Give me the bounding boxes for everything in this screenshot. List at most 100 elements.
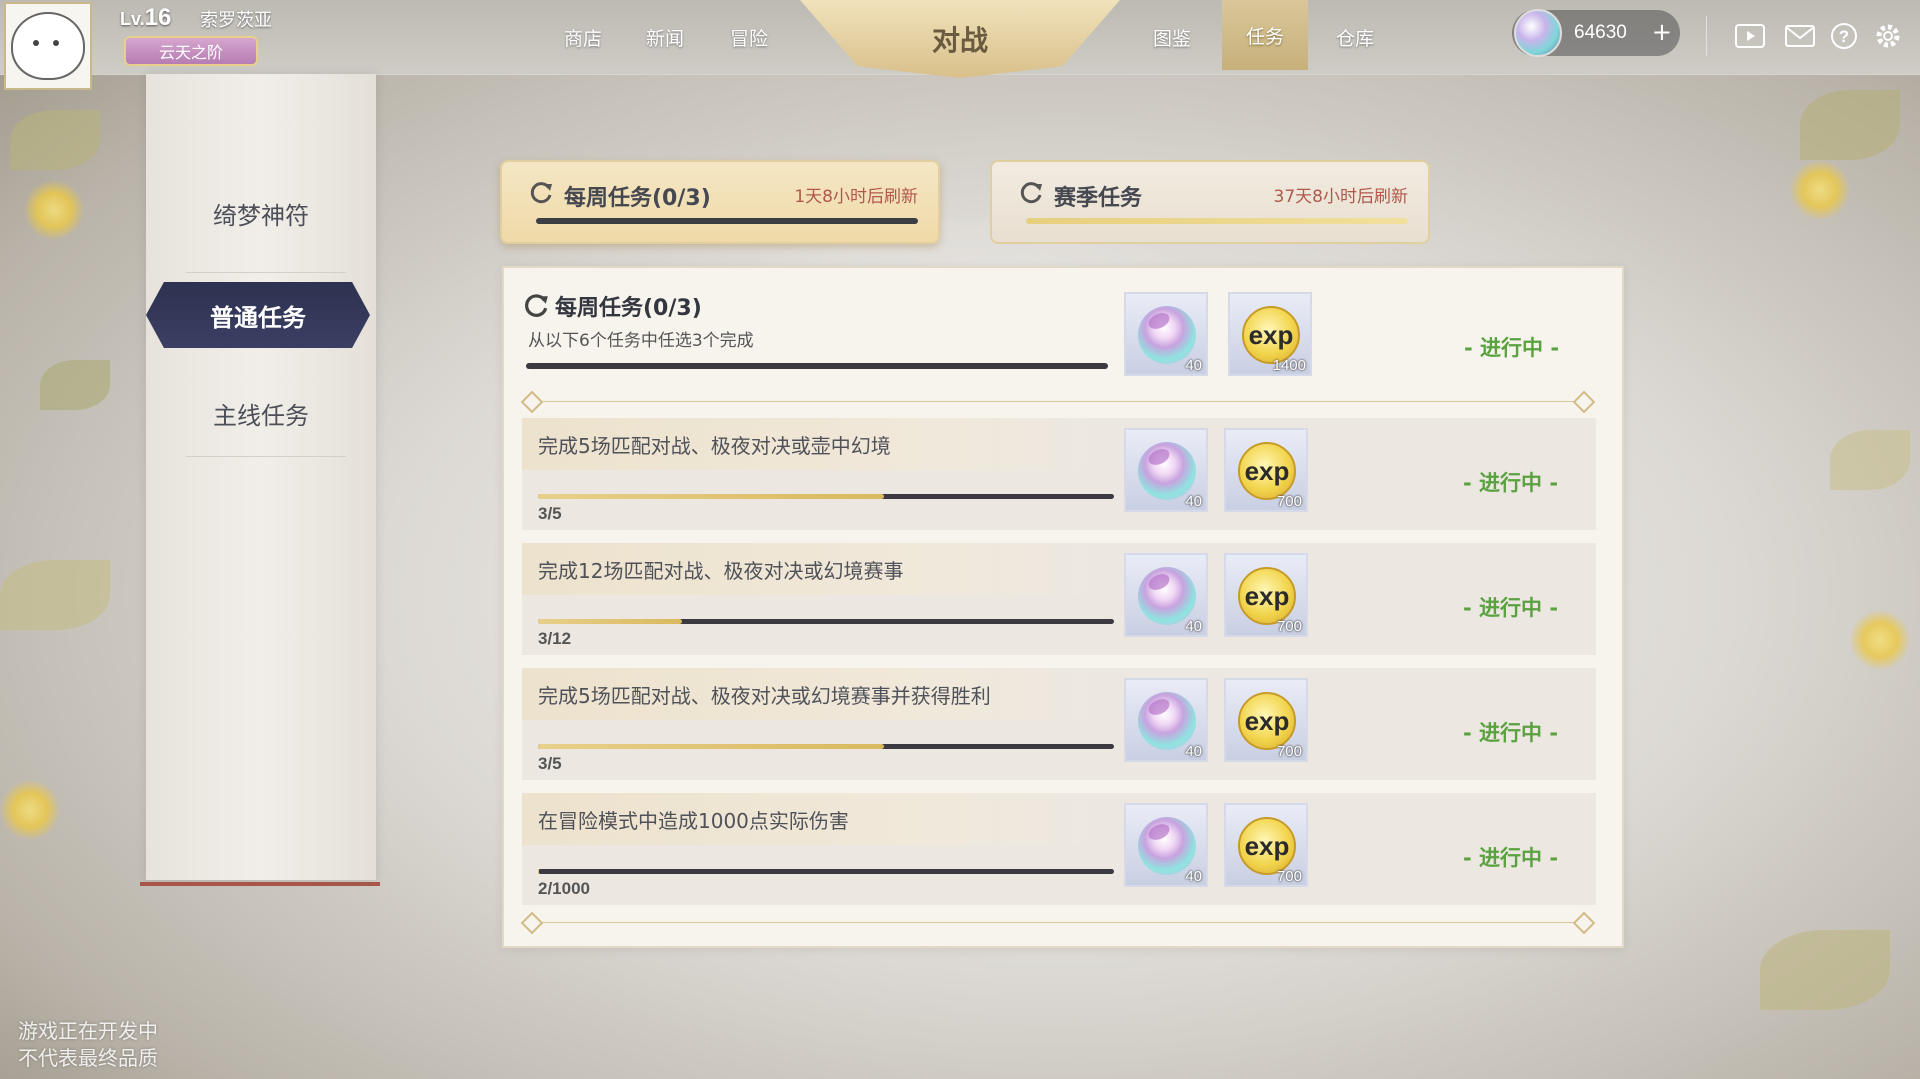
mail-icon[interactable] bbox=[1784, 20, 1816, 52]
sidebar-item-dream-charm[interactable]: 绮梦神符 bbox=[146, 196, 376, 231]
status-label: - 进行中 - bbox=[1463, 846, 1559, 870]
divider-line bbox=[530, 401, 1586, 402]
watermark-line: 游戏正在开发中 bbox=[18, 1019, 158, 1043]
task-name: 完成5场匹配对战、极夜对决或壶中幻境 bbox=[538, 434, 891, 458]
dream-orb-icon bbox=[1138, 306, 1196, 364]
task-progress-track bbox=[538, 869, 1114, 874]
tab-label: 赛季任务 bbox=[1054, 186, 1143, 211]
refresh-icon bbox=[1020, 182, 1042, 204]
tab-label: 每周任务(0/3) bbox=[564, 186, 711, 211]
reward-item[interactable]: exp 700 bbox=[1224, 553, 1308, 637]
background-leaf bbox=[0, 560, 110, 630]
reward-item[interactable]: exp 700 bbox=[1224, 678, 1308, 762]
task-name: 在冒险模式中造成1000点实际伤害 bbox=[538, 809, 849, 833]
task-progress-track bbox=[538, 744, 1114, 749]
task-row[interactable]: 完成5场匹配对战、极夜对决或幻境赛事并获得胜利 3/5 bbox=[522, 668, 1596, 780]
rank-badge[interactable]: 云天之阶 bbox=[124, 36, 258, 66]
sidebar-divider bbox=[186, 272, 346, 273]
nav-codex[interactable]: 图鉴 bbox=[1153, 0, 1191, 74]
nav-tasks[interactable]: 任务 bbox=[1222, 0, 1308, 70]
nav-label: 新闻 bbox=[646, 27, 685, 50]
tab-underline bbox=[1026, 218, 1408, 224]
status-label: - 进行中 - bbox=[1463, 471, 1559, 495]
status-label: - 进行中 - bbox=[1464, 336, 1560, 360]
background-leaf bbox=[1760, 930, 1890, 1010]
reward-item[interactable]: exp 700 bbox=[1224, 428, 1308, 512]
task-name: 完成12场匹配对战、极夜对决或幻境赛事 bbox=[538, 559, 904, 583]
task-progress-fill bbox=[538, 494, 884, 499]
weekly-progress-bar bbox=[526, 363, 1108, 369]
video-icon[interactable] bbox=[1734, 20, 1766, 52]
dream-orb-icon bbox=[1138, 692, 1196, 750]
task-progress-text: 3/5 bbox=[538, 754, 562, 773]
tab-season-tasks[interactable]: 赛季任务 37天8小时后刷新 bbox=[990, 160, 1430, 244]
exp-icon: exp bbox=[1238, 817, 1296, 875]
reward-count: 40 bbox=[1185, 618, 1202, 635]
avatar[interactable] bbox=[4, 2, 92, 90]
task-row[interactable]: 在冒险模式中造成1000点实际伤害 2/1000 bbox=[522, 793, 1596, 905]
gear-icon[interactable] bbox=[1872, 20, 1904, 52]
player-level: Lv.16 bbox=[120, 4, 171, 32]
tab-refresh-timer: 37天8小时后刷新 bbox=[1273, 187, 1408, 207]
reward-count: 40 bbox=[1185, 493, 1202, 510]
task-name: 完成5场匹配对战、极夜对决或幻境赛事并获得胜利 bbox=[538, 684, 991, 708]
sidebar-item-main-tasks[interactable]: 主线任务 bbox=[146, 396, 376, 431]
sidebar-bottom-accent bbox=[140, 882, 380, 886]
dream-orb-icon bbox=[1514, 9, 1562, 57]
background-flower bbox=[24, 180, 84, 240]
reward-count: 700 bbox=[1276, 493, 1302, 510]
refresh-icon bbox=[530, 182, 552, 204]
add-currency-button[interactable]: + bbox=[1652, 18, 1672, 46]
sidebar-divider bbox=[186, 456, 346, 457]
reward-item[interactable]: 40 bbox=[1124, 428, 1208, 512]
reward-count: 40 bbox=[1185, 868, 1202, 885]
task-progress-fill bbox=[538, 869, 540, 874]
nav-label: 冒险 bbox=[730, 27, 769, 50]
reward-item[interactable]: 40 bbox=[1124, 553, 1208, 637]
reward-item[interactable]: exp 700 bbox=[1224, 803, 1308, 887]
task-progress-text: 3/5 bbox=[538, 504, 562, 523]
background-flower bbox=[1850, 610, 1910, 670]
sidebar-item-normal-tasks[interactable]: 普通任务 bbox=[146, 282, 370, 348]
tab-refresh-timer: 1天8小时后刷新 bbox=[794, 187, 918, 207]
exp-icon: exp bbox=[1238, 567, 1296, 625]
nav-shop[interactable]: 商店 bbox=[564, 0, 602, 74]
dream-orb-icon bbox=[1138, 567, 1196, 625]
help-icon[interactable]: ? bbox=[1828, 20, 1860, 52]
reward-item[interactable]: 40 bbox=[1124, 292, 1208, 376]
tab-weekly-tasks[interactable]: 每周任务(0/3) 1天8小时后刷新 bbox=[500, 160, 940, 244]
svg-text:?: ? bbox=[1839, 27, 1849, 46]
sidebar-panel bbox=[146, 74, 376, 880]
task-progress-track bbox=[538, 494, 1114, 499]
task-progress-fill bbox=[538, 744, 884, 749]
background-leaf bbox=[1800, 90, 1900, 160]
task-progress-fill bbox=[538, 619, 682, 624]
nav-news[interactable]: 新闻 bbox=[646, 0, 684, 74]
nav-storage[interactable]: 仓库 bbox=[1336, 0, 1374, 74]
reward-item[interactable]: 40 bbox=[1124, 678, 1208, 762]
exp-icon: exp bbox=[1238, 692, 1296, 750]
dream-orb-icon bbox=[1138, 442, 1196, 500]
reward-item[interactable]: 40 bbox=[1124, 803, 1208, 887]
background-leaf bbox=[1830, 430, 1910, 490]
reward-count: 40 bbox=[1185, 357, 1202, 374]
task-progress-track bbox=[538, 619, 1114, 624]
refresh-icon bbox=[525, 294, 548, 317]
player-name: 索罗茨亚 bbox=[200, 10, 272, 31]
task-row[interactable]: 完成5场匹配对战、极夜对决或壶中幻境 3/5 bbox=[522, 418, 1596, 530]
nav-label: 图鉴 bbox=[1153, 27, 1192, 50]
dev-watermark: 游戏正在开发中 不代表最终品质 bbox=[18, 1018, 158, 1072]
task-progress-text: 3/12 bbox=[538, 629, 572, 648]
task-row[interactable]: 完成12场匹配对战、极夜对决或幻境赛事 3/12 bbox=[522, 543, 1596, 655]
watermark-line: 不代表最终品质 bbox=[18, 1046, 158, 1070]
background-leaf bbox=[10, 110, 100, 170]
avatar-face-icon bbox=[11, 12, 85, 80]
reward-count: 700 bbox=[1276, 743, 1302, 760]
currency-value: 64630 bbox=[1574, 22, 1627, 43]
reward-item[interactable]: exp 1400 bbox=[1228, 292, 1312, 376]
reward-count: 1400 bbox=[1272, 357, 1306, 374]
status-label: - 进行中 - bbox=[1463, 721, 1559, 745]
reward-count: 40 bbox=[1185, 743, 1202, 760]
nav-label: 商店 bbox=[564, 27, 603, 50]
nav-adventure[interactable]: 冒险 bbox=[730, 0, 768, 74]
